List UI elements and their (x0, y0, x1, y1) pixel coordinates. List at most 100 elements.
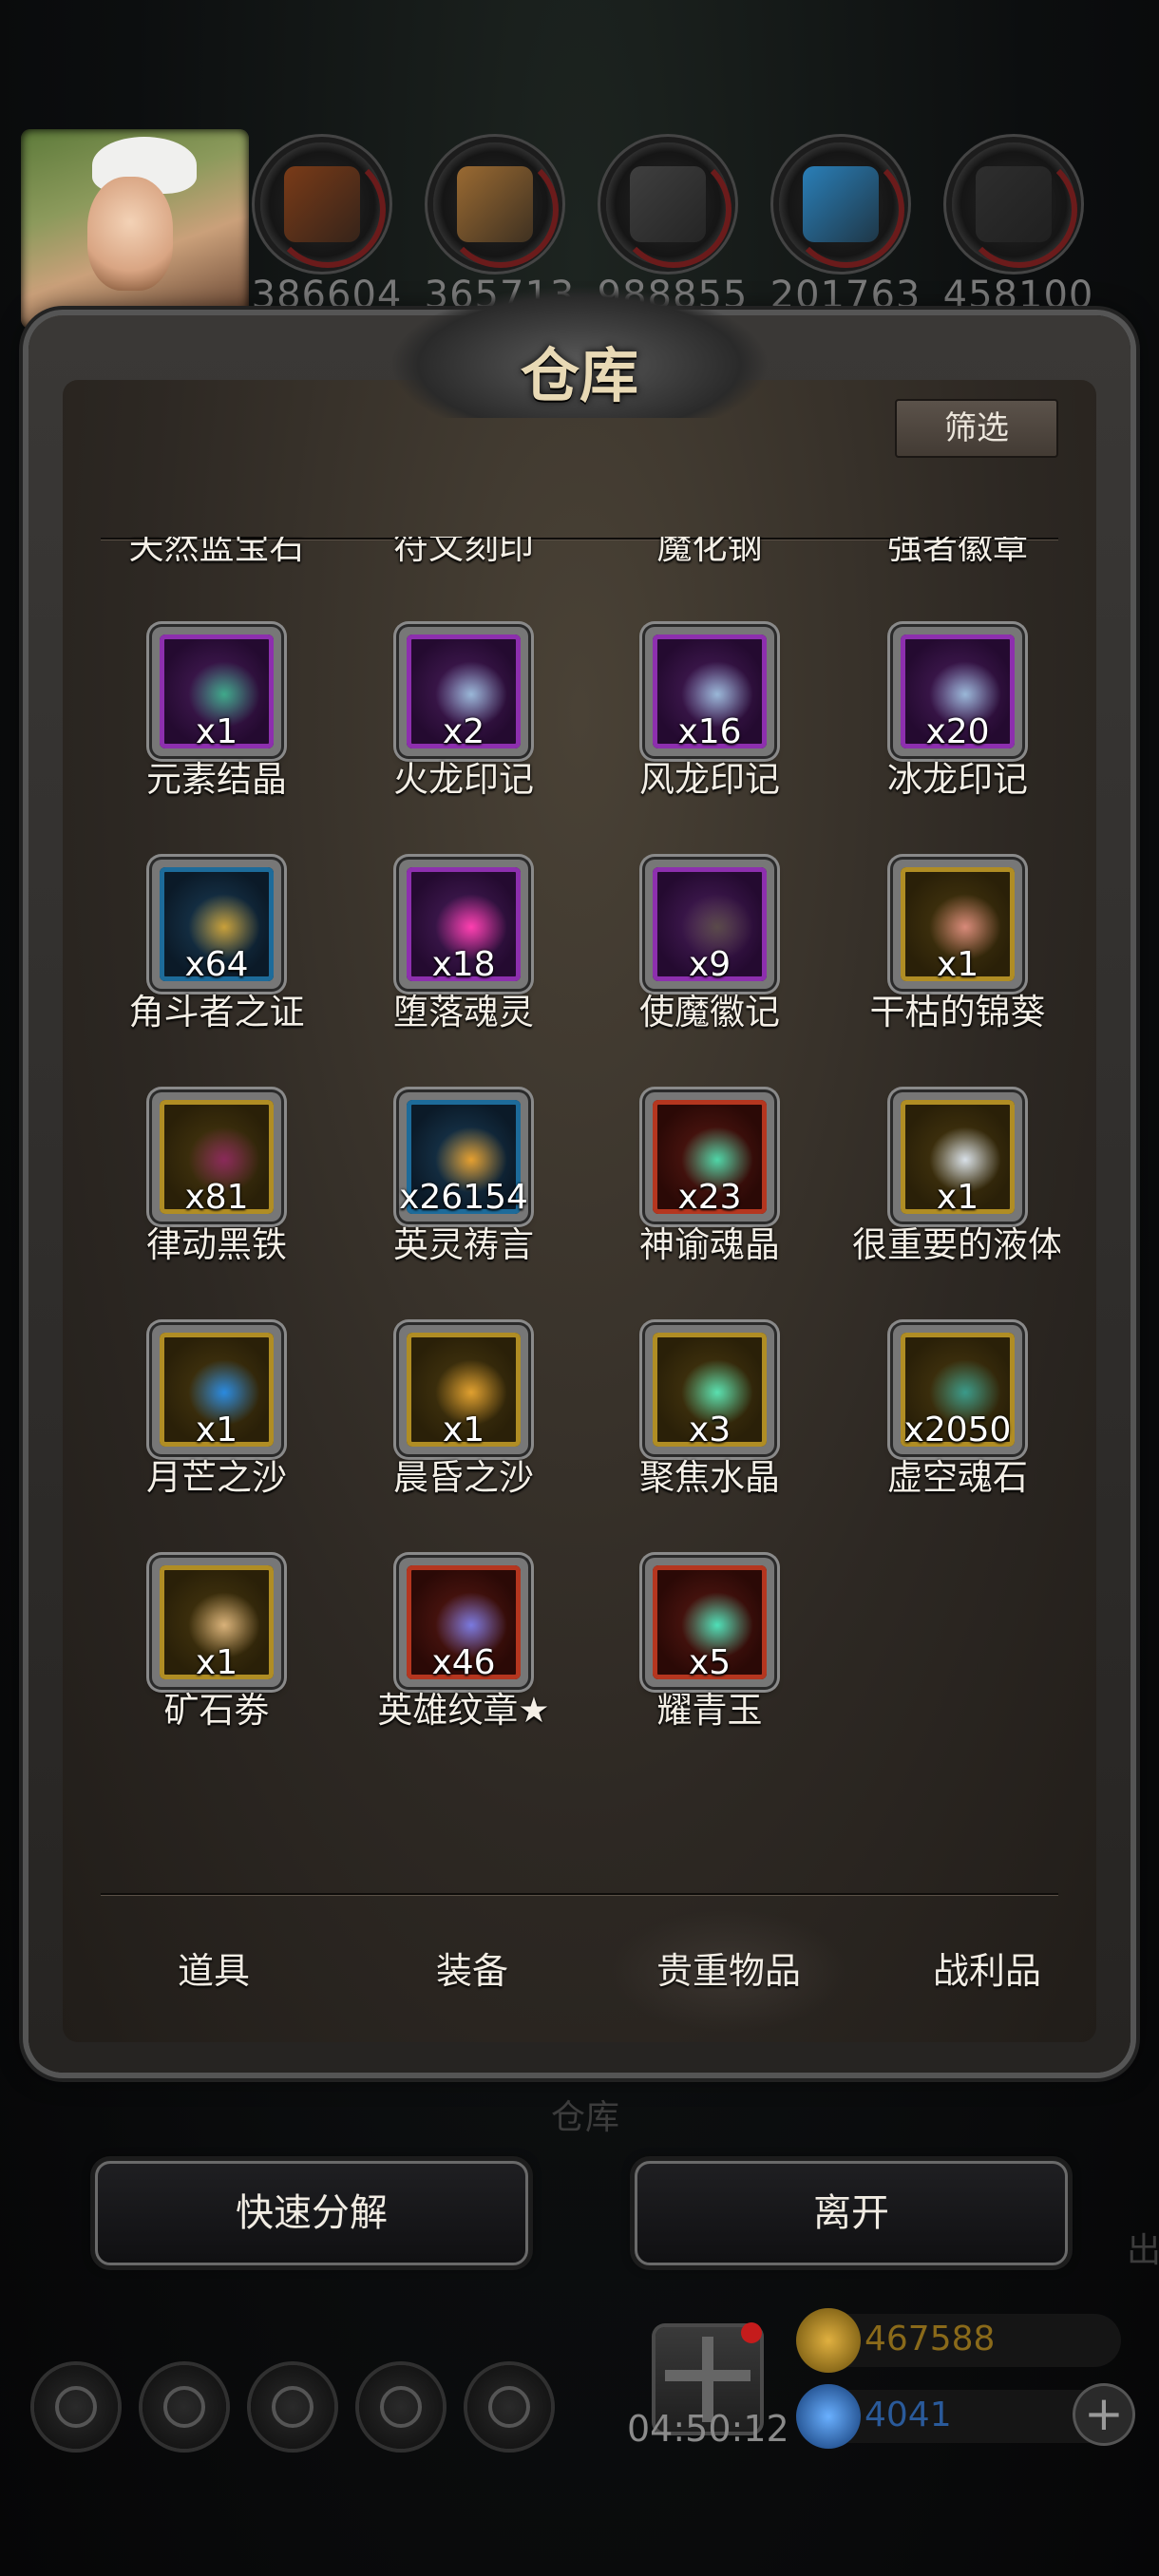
resource-ring (952, 142, 1077, 268)
resource-ring (260, 142, 386, 268)
item-name: 强者徽章 (887, 537, 1028, 567)
item-name: 角斗者之证 (128, 992, 305, 1032)
category-tabs: 道具 装备 贵重物品 战利品 (95, 1909, 1064, 2033)
item-cell[interactable]: x1 很重要的液体 (840, 1092, 1060, 1330)
item-name: 月芒之沙 (146, 1457, 287, 1498)
item-quantity: x1 (936, 945, 979, 984)
item-name: 英灵祷言 (393, 1224, 534, 1265)
item-quantity: x46 (431, 1643, 496, 1682)
item-cell[interactable]: x20 冰龙印记 (840, 627, 1060, 864)
tab-items[interactable]: 道具 (95, 1909, 332, 2033)
item-name: 虚空魂石 (887, 1457, 1028, 1498)
item-cell[interactable]: x26154 英灵祷言 (346, 1092, 593, 1330)
player-avatar[interactable] (21, 129, 249, 329)
item-cell[interactable]: x1 月芒之沙 (99, 1325, 346, 1563)
resource-slot[interactable]: 386604 (252, 142, 401, 332)
item-name: 冰龙印记 (887, 759, 1028, 800)
item-name: 英雄纹章★ (377, 1690, 550, 1731)
item-cell[interactable]: x1 晨昏之沙 (346, 1325, 593, 1563)
resource-slot[interactable]: 458100 (943, 142, 1092, 332)
item-grid[interactable]: x17天然蓝宝石x1符文刻印x11魔化钢x1强者徽章x1元素结晶x2火龙印记x1… (99, 537, 1061, 1904)
item-quantity: x1 (442, 1411, 485, 1449)
item-name: 干枯的锦葵 (869, 992, 1046, 1032)
item-quantity: x3 (688, 1411, 732, 1449)
item-quantity: x1 (936, 1178, 979, 1217)
item-cell[interactable]: x2 火龙印记 (346, 627, 593, 864)
item-name: 符文刻印 (393, 537, 534, 567)
item-name: 晨昏之沙 (393, 1457, 534, 1498)
item-cell[interactable]: x2050 虚空魂石 (840, 1325, 1060, 1563)
gold-amount: 467588 (864, 2320, 996, 2358)
tab-equipment[interactable]: 装备 (353, 1909, 591, 2033)
iron-icon (630, 166, 706, 242)
item-quantity: x20 (925, 712, 990, 751)
gem-icon (796, 2384, 861, 2449)
item-name: 风龙印记 (639, 759, 780, 800)
resource-slot[interactable]: 201763 (770, 142, 920, 332)
item-quantity: x1 (195, 1411, 238, 1449)
item-cell[interactable]: x1 元素结晶 (99, 627, 346, 864)
item-cell[interactable]: x1 矿石劵 (99, 1558, 346, 1795)
item-name: 很重要的液体 (852, 1224, 1060, 1265)
item-name: 神谕魂晶 (639, 1224, 780, 1265)
gem-amount: 4041 (864, 2396, 952, 2434)
item-quantity: x1 (195, 712, 238, 751)
item-name: 耀青玉 (656, 1690, 763, 1731)
grid-bottom-divider (101, 1893, 1058, 1895)
item-cell[interactable]: x64 角斗者之证 (99, 860, 346, 1097)
panel-title: 仓库 (520, 341, 638, 410)
quick-decompose-button[interactable]: 快速分解 (95, 2161, 528, 2265)
mail-icon[interactable] (359, 2365, 443, 2449)
resource-ring (606, 142, 732, 268)
item-cell[interactable]: x1强者徽章 (840, 537, 1060, 632)
item-quantity: x2 (442, 712, 485, 751)
resource-ring (433, 142, 559, 268)
item-cell[interactable]: x1 干枯的锦葵 (840, 860, 1060, 1097)
resource-amount: 386604 (251, 274, 403, 317)
tab-valuables[interactable]: 贵重物品 (610, 1909, 847, 2033)
item-name: 律动黑铁 (146, 1224, 287, 1265)
item-name: 天然蓝宝石 (128, 537, 305, 567)
item-cell[interactable]: x23 神谕魂晶 (592, 1092, 839, 1330)
item-quantity: x64 (184, 945, 249, 984)
item-quantity: x9 (688, 945, 732, 984)
item-quantity: x81 (184, 1178, 249, 1217)
achievement-icon[interactable] (142, 2365, 226, 2449)
item-quantity: x16 (677, 712, 742, 751)
item-name: 魔化钢 (656, 537, 763, 567)
settings-icon[interactable] (34, 2365, 118, 2449)
item-cell[interactable]: x11魔化钢 (592, 537, 839, 632)
item-cell[interactable]: x5 耀青玉 (592, 1558, 839, 1795)
resource-ring (779, 142, 904, 268)
side-label: 出 (1127, 2231, 1159, 2270)
item-cell[interactable]: x17天然蓝宝石 (99, 537, 346, 632)
item-name: 元素结晶 (146, 759, 287, 800)
shop-icon[interactable] (467, 2365, 551, 2449)
item-cell[interactable]: x1符文刻印 (346, 537, 593, 632)
item-name: 使魔徽记 (639, 992, 780, 1032)
meat-icon (284, 166, 360, 242)
item-quantity: x1 (195, 1643, 238, 1682)
item-quantity: x5 (688, 1643, 732, 1682)
item-name: 堕落魂灵 (393, 992, 534, 1032)
crystal-icon (803, 166, 879, 242)
item-cell[interactable]: x3 聚焦水晶 (592, 1325, 839, 1563)
item-cell[interactable]: x81 律动黑铁 (99, 1092, 346, 1330)
leave-button[interactable]: 离开 (635, 2161, 1068, 2265)
item-quantity: x23 (677, 1178, 742, 1217)
add-currency-button[interactable]: + (1075, 2386, 1132, 2443)
background-label: 仓库 (551, 2098, 620, 2137)
resource-amount: 458100 (942, 274, 1094, 317)
tab-loot[interactable]: 战利品 (868, 1909, 1106, 2033)
item-cell[interactable]: x9 使魔徽记 (592, 860, 839, 1097)
item-name: 矿石劵 (163, 1690, 270, 1731)
item-quantity: x18 (431, 945, 496, 984)
filter-button[interactable]: 筛选 (895, 399, 1058, 458)
item-cell[interactable]: x46 英雄纹章★ (346, 1558, 593, 1795)
item-name: 火龙印记 (393, 759, 534, 800)
item-cell[interactable]: x18 堕落魂灵 (346, 860, 593, 1097)
item-cell[interactable]: x16 风龙印记 (592, 627, 839, 864)
avatar-face (87, 177, 173, 291)
ore-icon (976, 166, 1052, 242)
castle-icon[interactable] (251, 2365, 334, 2449)
